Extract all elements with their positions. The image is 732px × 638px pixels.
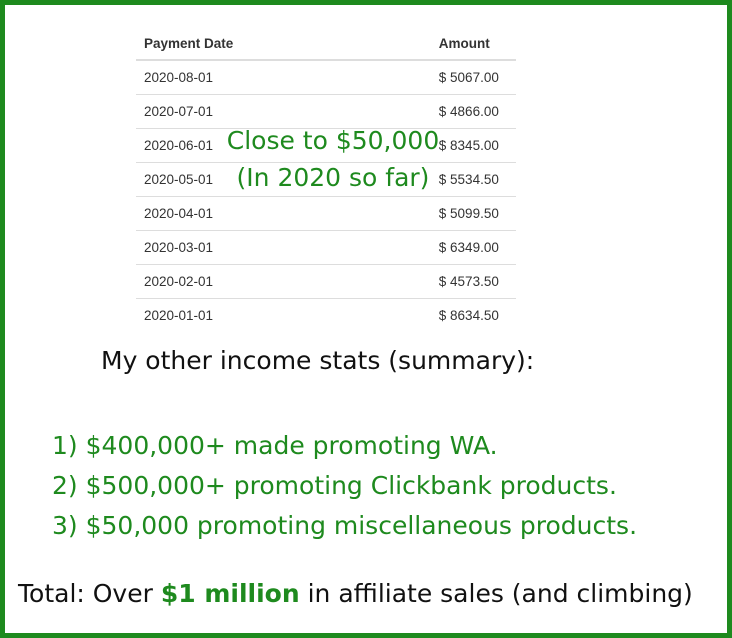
- total-prefix: Total: Over: [18, 579, 161, 608]
- list-item: 2) $500,000+ promoting Clickbank product…: [52, 471, 617, 500]
- annotation-line-1: Close to $50,000: [226, 126, 440, 155]
- payment-date-cell: 2020-08-01: [136, 60, 439, 95]
- table-row: 2020-08-01 $ 5067.00: [136, 60, 516, 95]
- year-total-annotation: Close to $50,000 (In 2020 so far): [213, 122, 453, 196]
- payment-date-cell: 2020-02-01: [136, 264, 439, 299]
- list-item: 1) $400,000+ made promoting WA.: [52, 431, 498, 460]
- table-row: 2020-01-01 $ 8634.50: [136, 299, 516, 333]
- payment-date-cell: 2020-04-01: [136, 196, 439, 231]
- total-suffix: in affiliate sales (and climbing): [299, 579, 693, 608]
- amount-cell: $ 6349.00: [438, 230, 516, 265]
- income-stats-frame: Payment Date Amount 2020-08-01 $ 5067.00…: [0, 0, 732, 638]
- amount-cell: $ 5099.50: [438, 196, 516, 231]
- table-row: 2020-03-01 $ 6349.00: [136, 230, 516, 265]
- column-header-amount: Amount: [438, 27, 516, 61]
- summary-heading: My other income stats (summary):: [101, 346, 535, 375]
- total-summary-line: Total: Over $1 million in affiliate sale…: [18, 579, 693, 608]
- total-highlight: $1 million: [160, 579, 300, 608]
- payment-date-cell: 2020-03-01: [136, 230, 439, 265]
- amount-cell: $ 4573.50: [438, 264, 516, 299]
- table-row: 2020-02-01 $ 4573.50: [136, 264, 516, 299]
- amount-cell: $ 8634.50: [438, 308, 499, 323]
- amount-cell: $ 5067.00: [438, 60, 516, 95]
- annotation-line-2: (In 2020 so far): [236, 163, 430, 192]
- table-row: 2020-04-01 $ 5099.50: [136, 196, 516, 231]
- column-header-payment-date: Payment Date: [136, 27, 439, 61]
- list-item: 3) $50,000 promoting miscellaneous produ…: [52, 511, 638, 540]
- table-header-row: Payment Date Amount: [136, 27, 516, 61]
- payment-date-cell: 2020-01-01: [144, 308, 214, 323]
- income-stats-list: 1) $400,000+ made promoting WA. 2) $500,…: [52, 426, 637, 546]
